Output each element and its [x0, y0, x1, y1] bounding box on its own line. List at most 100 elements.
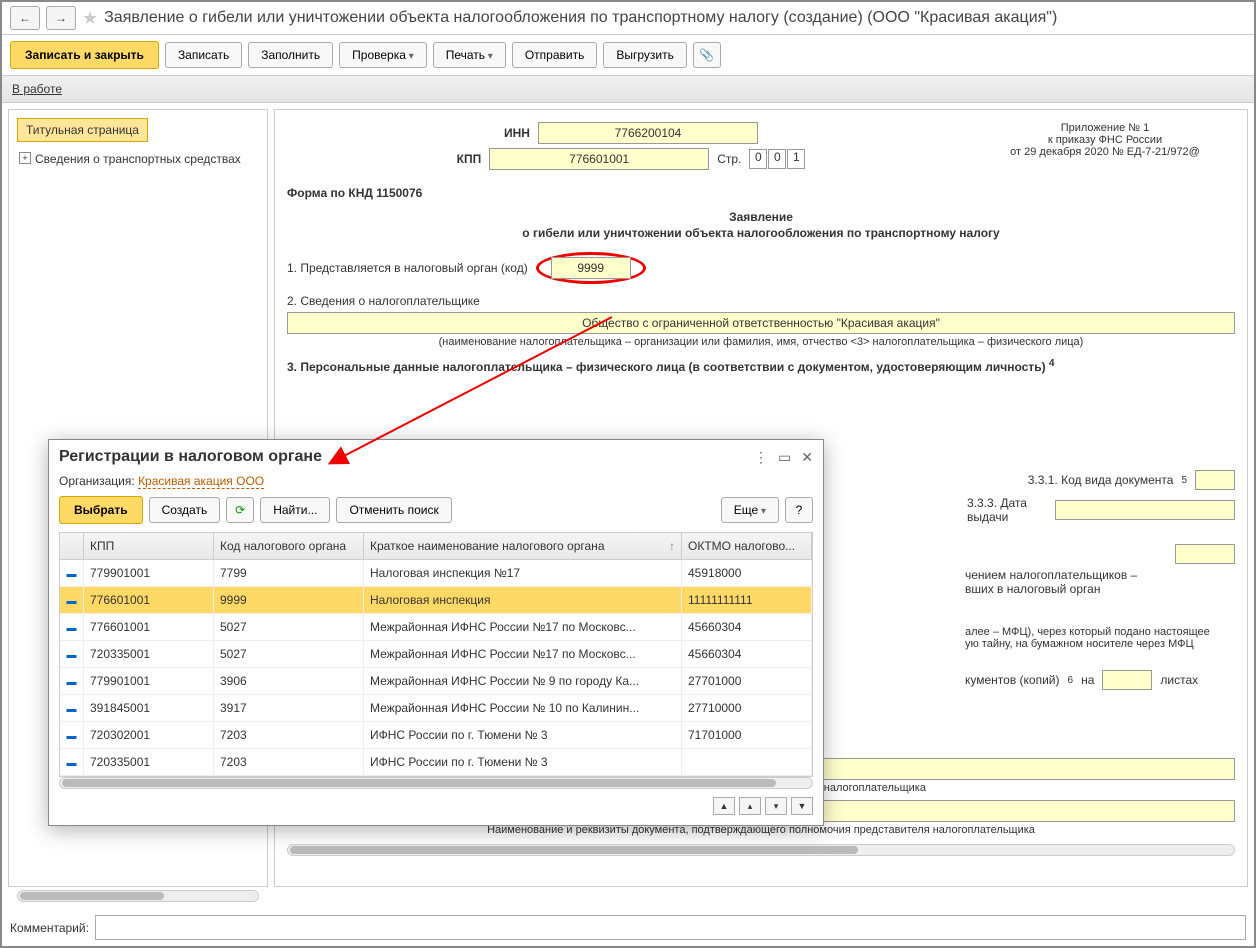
dialog-close-icon[interactable]: ✕	[801, 449, 813, 466]
table-row[interactable]: ▬ 7799010017799Налоговая инспекция №17459…	[60, 560, 812, 587]
cell-oktmo: 45918000	[682, 560, 812, 586]
table-row[interactable]: ▬7203020017203ИФНС России по г. Тюмени №…	[60, 722, 812, 749]
cell-oktmo	[682, 749, 812, 775]
cell-name: ИФНС России по г. Тюмени № 3	[364, 749, 682, 775]
doc-kind-field[interactable]	[1195, 470, 1235, 490]
dialog-menu-icon[interactable]: ⋮	[754, 449, 768, 466]
cell-oktmo: 11111111111	[682, 587, 812, 613]
org-name-field[interactable]: Общество с ограниченной ответственностью…	[287, 312, 1235, 334]
line1-label: 1. Представляется в налоговый орган (код…	[287, 261, 528, 275]
content-hscroll[interactable]	[287, 844, 1235, 856]
mfc-text-1: алее – МФЦ), через который подано настоя…	[965, 626, 1235, 638]
dialog-find-button[interactable]: Найти...	[260, 497, 330, 523]
row-icon: ▬	[67, 704, 77, 715]
sidebar-item-label: Сведения о транспортных средствах	[35, 152, 241, 166]
cell-code: 5027	[214, 641, 364, 667]
cell-kpp: 720335001	[84, 749, 214, 775]
cell-code: 7203	[214, 749, 364, 775]
cell-code: 7799	[214, 560, 364, 586]
col-oktmo-header[interactable]: ОКТМО налогово...	[682, 533, 812, 559]
col-kpp-header[interactable]: КПП	[84, 533, 214, 559]
forward-button[interactable]: →	[46, 6, 76, 30]
tree-expand-icon[interactable]: +	[19, 152, 31, 164]
save-close-button[interactable]: Записать и закрыть	[10, 41, 159, 69]
dialog-create-button[interactable]: Создать	[149, 497, 221, 523]
cell-oktmo: 45660304	[682, 641, 812, 667]
cell-code: 7203	[214, 722, 364, 748]
comment-input[interactable]	[95, 915, 1246, 940]
table-row[interactable]: ▬3918450013917Межрайонная ИФНС России № …	[60, 695, 812, 722]
dialog-restore-icon[interactable]: ▭	[778, 449, 791, 466]
cell-code: 5027	[214, 614, 364, 640]
cell-kpp: 779901001	[84, 560, 214, 586]
save-button[interactable]: Записать	[165, 42, 242, 68]
cell-kpp: 720335001	[84, 641, 214, 667]
export-button[interactable]: Выгрузить	[603, 42, 687, 68]
appendix-block: Приложение № 1 к приказу ФНС России от 2…	[975, 122, 1235, 174]
print-button[interactable]: Печать	[433, 42, 506, 68]
dialog-hscroll[interactable]	[59, 777, 813, 789]
attach-icon[interactable]: 📎	[693, 42, 721, 68]
knd-label: Форма по КНД 1150076	[287, 186, 1235, 200]
cell-name: Межрайонная ИФНС России № 9 по городу Ка…	[364, 668, 682, 694]
grid-first-button[interactable]: ▲	[713, 797, 735, 815]
table-row[interactable]: ▬7766010019999Налоговая инспекция1111111…	[60, 587, 812, 614]
dialog-help-button[interactable]: ?	[785, 497, 813, 523]
inn-field[interactable]: 7766200104	[538, 122, 758, 144]
fill-button[interactable]: Заполнить	[248, 42, 333, 68]
table-row[interactable]: ▬ 7799010013906Межрайонная ИФНС России № …	[60, 668, 812, 695]
small-field-1[interactable]	[1175, 544, 1235, 564]
declaration-subtitle: о гибели или уничтожении объекта налогоо…	[287, 226, 1235, 240]
col-icon-header[interactable]	[60, 533, 84, 559]
line331-sup: 5	[1181, 475, 1187, 486]
cell-name: Налоговая инспекция	[364, 587, 682, 613]
line3-sup: 4	[1049, 358, 1055, 369]
docs-label: кументов (копий)	[965, 673, 1060, 687]
favorite-star-icon[interactable]: ★	[82, 8, 98, 29]
col-name-header[interactable]: Краткое наименование налогового органа ↑	[364, 533, 682, 559]
str-label: Стр.	[717, 152, 741, 166]
status-link[interactable]: В работе	[12, 82, 62, 96]
pages-field[interactable]	[1102, 670, 1152, 690]
table-row[interactable]: ▬7203350015027Межрайонная ИФНС России №1…	[60, 641, 812, 668]
cell-kpp: 779901001	[84, 668, 214, 694]
mfc-text-2: ую тайну, на бумажном носителе через МФЦ	[965, 638, 1235, 650]
registration-grid: КПП Код налогового органа Краткое наимен…	[59, 532, 813, 777]
grid-up-button[interactable]: ▴	[739, 797, 761, 815]
row-icon: ▬	[67, 731, 77, 742]
cell-kpp: 391845001	[84, 695, 214, 721]
issue-date-field[interactable]	[1055, 500, 1235, 520]
grid-down-button[interactable]: ▾	[765, 797, 787, 815]
kpp-field[interactable]: 776601001	[489, 148, 709, 170]
registration-dialog: Регистрации в налоговом органе ⋮ ▭ ✕ Орг…	[48, 439, 824, 826]
cell-code: 3906	[214, 668, 364, 694]
cell-name: ИФНС России по г. Тюмени № 3	[364, 722, 682, 748]
str-cell-2: 1	[787, 149, 805, 169]
row-icon: ▬	[67, 569, 77, 580]
row-icon: ▬	[67, 677, 77, 688]
grid-last-button[interactable]: ▼	[791, 797, 813, 815]
declaration-title: Заявление	[287, 210, 1235, 224]
org-hint: (наименование налогоплательщика – органи…	[287, 336, 1235, 348]
dialog-refresh-icon[interactable]: ⟳	[226, 497, 254, 523]
sidebar-tab-title-page[interactable]: Титульная страница	[17, 118, 148, 142]
kpp-label: КПП	[457, 152, 482, 166]
dialog-more-button[interactable]: Еще	[721, 497, 779, 523]
tax-code-field[interactable]: 9999	[551, 257, 631, 279]
sidebar-hscroll[interactable]	[17, 890, 259, 902]
check-button[interactable]: Проверка	[339, 42, 427, 68]
cell-oktmo: 45660304	[682, 614, 812, 640]
dialog-select-button[interactable]: Выбрать	[59, 496, 143, 524]
line331-label: 3.3.1. Код вида документа	[1028, 473, 1174, 487]
sidebar-item-transport[interactable]: + Сведения о транспортных средствах	[17, 148, 259, 170]
dialog-cancel-find-button[interactable]: Отменить поиск	[336, 497, 451, 523]
cell-code: 3917	[214, 695, 364, 721]
row-icon: ▬	[67, 758, 77, 769]
back-button[interactable]: ←	[10, 6, 40, 30]
send-button[interactable]: Отправить	[512, 42, 598, 68]
dialog-org-link[interactable]: Красивая акация ООО	[138, 474, 264, 489]
cell-name: Налоговая инспекция №17	[364, 560, 682, 586]
table-row[interactable]: ▬7766010015027Межрайонная ИФНС России №1…	[60, 614, 812, 641]
col-code-header[interactable]: Код налогового органа	[214, 533, 364, 559]
table-row[interactable]: ▬ 7203350017203ИФНС России по г. Тюмени №…	[60, 749, 812, 776]
